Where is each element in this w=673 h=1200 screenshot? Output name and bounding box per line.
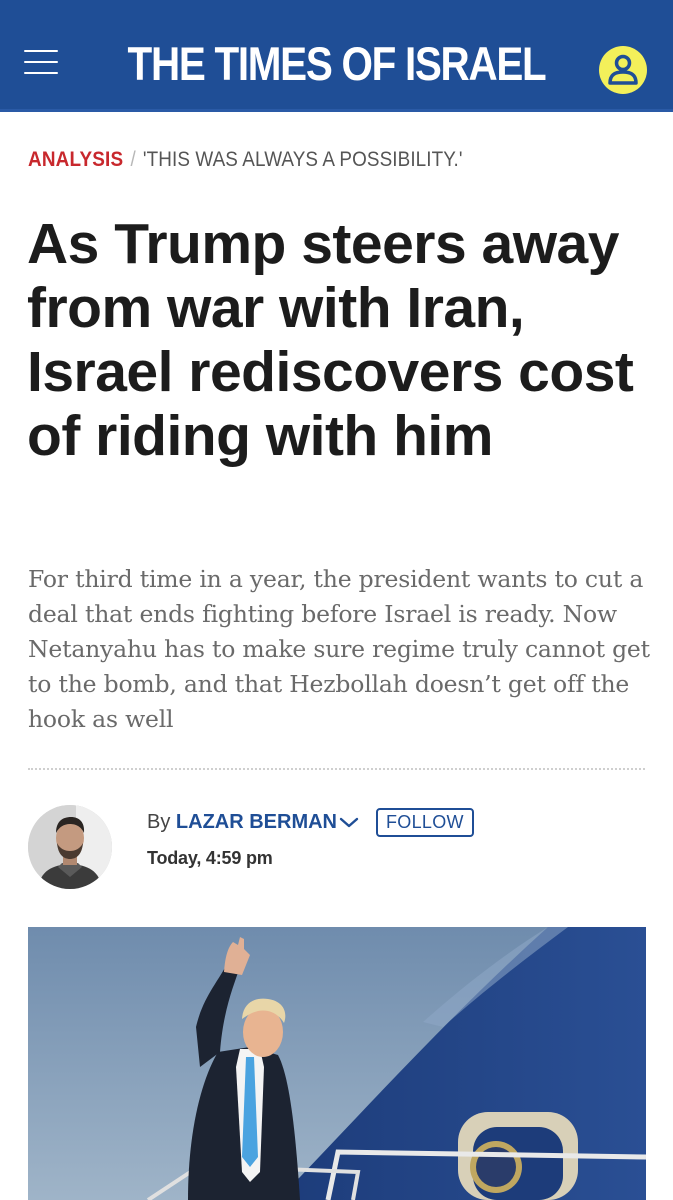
byline-prefix: By [147,811,171,833]
author-link[interactable]: LAZAR BERMAN [176,811,337,833]
site-header: THE TIMES OF ISRAEL [0,0,673,112]
category-link[interactable]: ANALYSIS [28,148,123,171]
kicker-separator: / [130,148,136,171]
article-headline: As Trump steers away from war with Iran,… [27,212,634,468]
user-account-icon[interactable] [598,45,648,95]
follow-button[interactable]: FOLLOW [376,808,474,837]
publish-date: Today, 4:59 pm [147,848,273,868]
article-subheadline: For third time in a year, the president … [28,565,650,733]
author-avatar[interactable] [28,805,112,889]
kicker-text: 'THIS WAS ALWAYS A POSSIBILITY.' [142,148,463,171]
divider [28,768,645,770]
article-photo[interactable] [28,927,646,1200]
article-kicker: ANALYSIS / 'THIS WAS ALWAYS A POSSIBILITY.… [28,146,463,174]
chevron-down-icon[interactable] [338,812,360,832]
byline: By LAZAR BERMAN [147,808,337,836]
site-logo[interactable]: THE TIMES OF ISRAEL [47,40,626,87]
